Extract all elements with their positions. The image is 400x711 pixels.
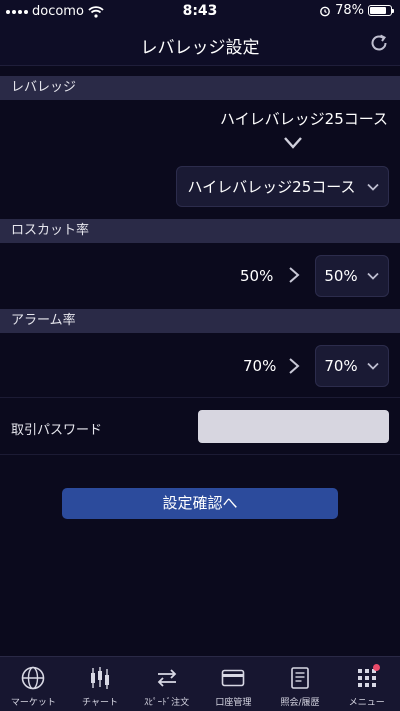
alarm-select-value: 70% [324,357,358,375]
refresh-icon[interactable] [368,32,390,54]
tab-label: メニュー [348,698,385,708]
current-losscut-value: 50% [240,267,274,285]
divider [0,397,400,398]
tab-history[interactable]: 照会/履歴 [267,657,334,711]
tab-menu[interactable]: メニュー [333,657,400,711]
tab-label: チャート [82,698,118,708]
alarm-icon [320,6,330,16]
confirm-settings-button[interactable]: 設定確認へ [62,488,338,519]
leverage-select-value: ハイレバレッジ25コース [187,178,356,196]
losscut-select-value: 50% [324,267,358,285]
tab-bar: マーケット チャート ｽﾋﾟｰﾄﾞ注文 口座管理 照会/履歴 メニュー [0,656,400,711]
password-label: 取引パスワード [11,423,103,438]
chevron-right-icon [289,267,300,283]
chevron-down-icon [367,183,379,191]
tab-chart[interactable]: チャート [67,657,134,711]
globe-icon [22,666,45,690]
status-right: 78% [319,3,394,18]
current-leverage-value: ハイレバレッジ25コース [219,110,388,128]
battery-percent: 78% [335,3,364,18]
document-icon [291,667,309,689]
tab-label: 口座管理 [215,698,252,708]
status-bar: docomo 8:43 78% [0,0,400,22]
current-alarm-value: 70% [243,357,277,375]
candlestick-icon [91,667,109,689]
chevron-down-icon [284,137,302,149]
losscut-section-header: ロスカット率 [0,219,400,243]
alarm-select[interactable]: 70% [315,345,389,387]
tab-speed-order[interactable]: ｽﾋﾟｰﾄﾞ注文 [133,657,200,711]
notification-badge [373,664,381,671]
swap-arrows-icon [157,669,176,687]
tab-label: 照会/履歴 [280,698,320,708]
leverage-select[interactable]: ハイレバレッジ25コース [176,166,389,207]
tab-account[interactable]: 口座管理 [200,657,267,711]
tab-label: ｽﾋﾟｰﾄﾞ注文 [144,698,190,708]
chevron-down-icon [367,362,379,370]
battery-icon [368,5,394,16]
page-title: レバレッジ設定 [140,38,260,58]
chevron-right-icon [289,358,300,374]
divider [0,454,400,455]
password-input[interactable] [198,410,389,443]
tab-market[interactable]: マーケット [0,657,67,711]
leverage-section-header: レバレッジ [0,76,400,100]
navigation-bar: レバレッジ設定 [0,22,400,66]
alarm-section-header: アラーム率 [0,309,400,333]
card-icon [222,669,245,687]
losscut-select[interactable]: 50% [315,255,389,297]
tab-label: マーケット [10,698,56,708]
chevron-down-icon [367,272,379,280]
